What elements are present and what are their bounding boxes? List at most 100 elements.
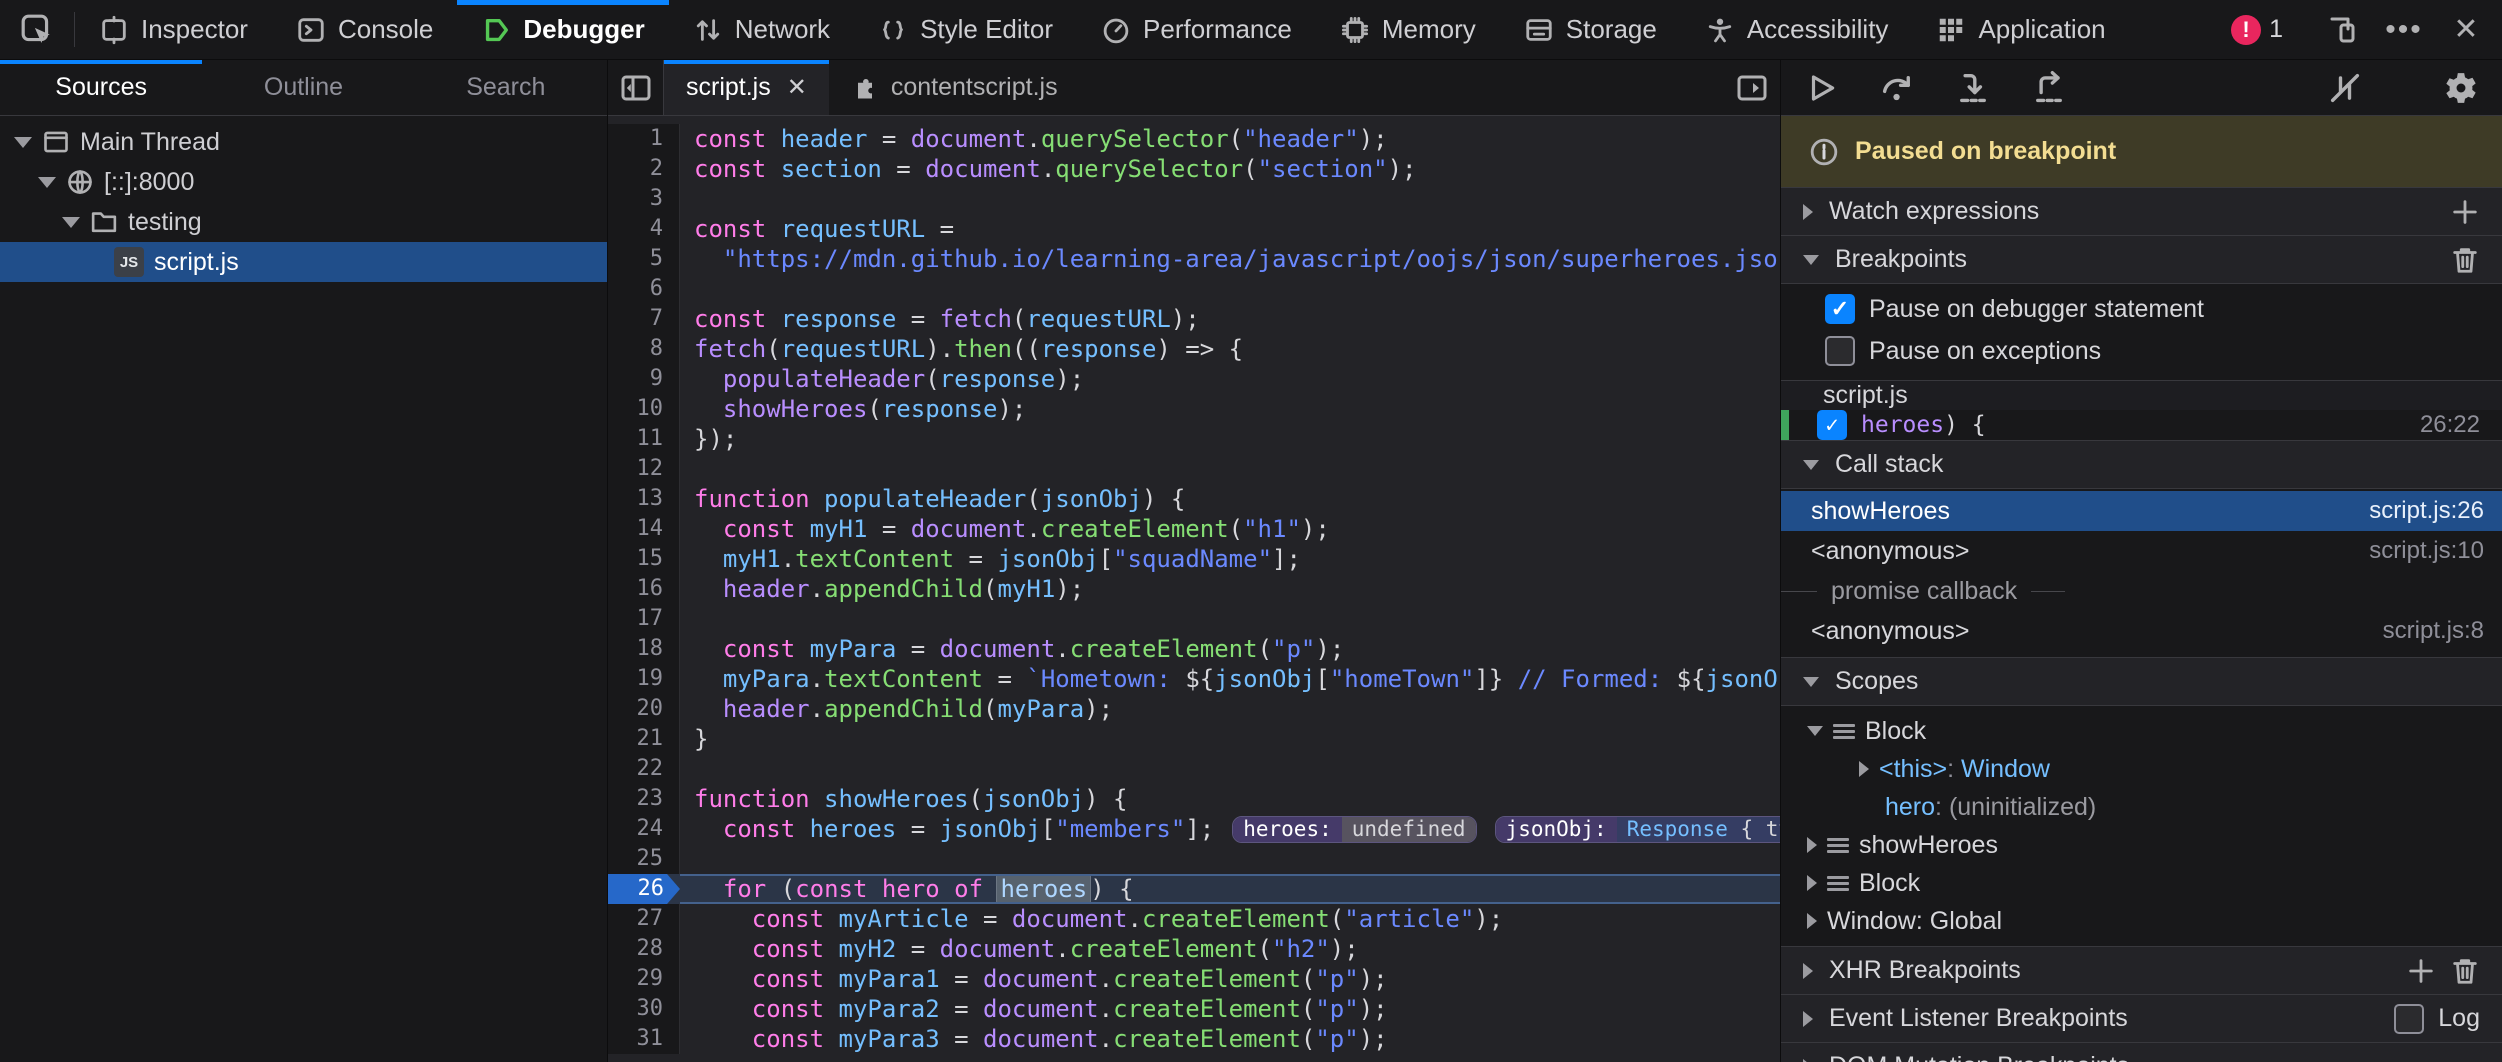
line-number[interactable]: 1 [608,124,680,154]
code-line-2[interactable]: 2const section = document.querySelector(… [608,154,1780,184]
line-number[interactable]: 14 [608,514,680,544]
scope-row--this-[interactable]: <this>: Window [1781,750,2502,788]
twisty-open-icon[interactable] [62,217,80,228]
breakpoints-header[interactable]: Breakpoints [1781,236,2502,284]
pause-on-debugger-checkbox[interactable]: ✓ [1825,294,1855,324]
line-number[interactable]: 23 [608,784,680,814]
tool-tab-debugger[interactable]: Debugger [457,0,668,59]
tool-tab-console[interactable]: Console [272,0,457,59]
code-line-7[interactable]: 7const response = fetch(requestURL); [608,304,1780,334]
resume-button[interactable] [1805,71,1839,105]
add-watch-button[interactable] [2450,197,2480,227]
code-line-27[interactable]: 27 const myArticle = document.createElem… [608,904,1780,934]
twisty-open-icon[interactable] [14,137,32,148]
tree-item-testing[interactable]: testing [0,202,607,242]
paused-line-marker[interactable]: 26 [608,874,680,904]
breakpoint-checkbox[interactable]: ✓ [1817,410,1847,440]
line-number[interactable]: 24 [608,814,680,844]
step-over-button[interactable] [1879,70,1915,106]
add-xhr-breakpoint-button[interactable] [2406,956,2436,986]
line-number[interactable]: 4 [608,214,680,244]
code-line-12[interactable]: 12 [608,454,1780,484]
watch-expressions-header[interactable]: Watch expressions [1781,188,2502,236]
code-line-9[interactable]: 9 populateHeader(response); [608,364,1780,394]
menu-button[interactable]: ••• [2382,8,2426,52]
code-line-25[interactable]: 25 [608,844,1780,874]
line-number[interactable]: 28 [608,934,680,964]
tab-sources[interactable]: Sources [0,60,202,115]
line-number[interactable]: 13 [608,484,680,514]
twisty-closed-icon[interactable] [1859,761,1869,777]
editor-tab-script-js[interactable]: script.js✕ [664,60,829,115]
twisty-closed-icon[interactable] [1807,913,1817,929]
tool-tab-style-editor[interactable]: Style Editor [854,0,1077,59]
code-line-4[interactable]: 4const requestURL = [608,214,1780,244]
stack-frame--anonymous-[interactable]: <anonymous>script.js:10 [1781,531,2502,571]
code-line-30[interactable]: 30 const myPara2 = document.createElemen… [608,994,1780,1024]
scope-row-block[interactable]: Block [1781,712,2502,750]
tool-tab-application[interactable]: Application [1912,0,2129,59]
tool-tab-memory[interactable]: Memory [1316,0,1500,59]
line-number[interactable]: 17 [608,604,680,634]
tree-item-main-thread[interactable]: Main Thread [0,122,607,162]
code-line-14[interactable]: 14 const myH1 = document.createElement("… [608,514,1780,544]
twisty-open-icon[interactable] [38,177,56,188]
event-listener-breakpoints-header[interactable]: Event Listener Breakpoints Log [1781,995,2502,1043]
line-number[interactable]: 11 [608,424,680,454]
tool-tab-storage[interactable]: Storage [1500,0,1681,59]
line-number[interactable]: 15 [608,544,680,574]
code-line-5[interactable]: 5 "https://mdn.github.io/learning-area/j… [608,244,1780,274]
code-line-22[interactable]: 22 [608,754,1780,784]
code-line-6[interactable]: 6 [608,274,1780,304]
code-line-16[interactable]: 16 header.appendChild(myH1); [608,574,1780,604]
toggle-panes-button[interactable] [1724,60,1780,115]
twisty-closed-icon[interactable] [1807,875,1817,891]
line-number[interactable]: 29 [608,964,680,994]
step-in-button[interactable] [1955,70,1991,106]
tool-tab-accessibility[interactable]: Accessibility [1681,0,1913,59]
remove-breakpoints-button[interactable] [2450,245,2480,275]
inline-preview-pill[interactable]: heroes:undefined [1232,816,1476,843]
line-number[interactable]: 22 [608,754,680,784]
tree-item-script-js[interactable]: JSscript.js [0,242,607,282]
code-line-15[interactable]: 15 myH1.textContent = jsonObj["squadName… [608,544,1780,574]
line-number[interactable]: 2 [608,154,680,184]
line-number[interactable]: 7 [608,304,680,334]
scope-row-hero[interactable]: hero: (uninitialized) [1781,788,2502,826]
remove-xhr-breakpoints-button[interactable] [2450,956,2480,986]
pick-element-button[interactable] [0,0,74,59]
xhr-breakpoints-header[interactable]: XHR Breakpoints [1781,947,2502,995]
tool-tab-performance[interactable]: Performance [1077,0,1316,59]
line-number[interactable]: 8 [608,334,680,364]
code-line-31[interactable]: 31 const myPara3 = document.createElemen… [608,1024,1780,1054]
line-number[interactable]: 21 [608,724,680,754]
code-line-18[interactable]: 18 const myPara = document.createElement… [608,634,1780,664]
line-number[interactable]: 20 [608,694,680,724]
code-editor[interactable]: 1const header = document.querySelector("… [608,116,1780,1062]
tool-tab-inspector[interactable]: Inspector [75,0,272,59]
code-line-28[interactable]: 28 const myH2 = document.createElement("… [608,934,1780,964]
tree-item--8000[interactable]: [::]:8000 [0,162,607,202]
code-line-8[interactable]: 8fetch(requestURL).then((response) => { [608,334,1780,364]
code-line-10[interactable]: 10 showHeroes(response); [608,394,1780,424]
line-number[interactable]: 27 [608,904,680,934]
error-badge[interactable]: ! 1 [2231,15,2283,45]
scope-row-showheroes[interactable]: showHeroes [1781,826,2502,864]
log-event-listeners-checkbox[interactable] [2394,1004,2424,1034]
editor-tab-contentscript-js[interactable]: contentscript.js [829,60,1080,115]
settings-button[interactable] [2444,71,2478,105]
code-line-17[interactable]: 17 [608,604,1780,634]
stack-frame--anonymous-[interactable]: <anonymous>script.js:8 [1781,611,2502,651]
line-number[interactable]: 5 [608,244,680,274]
pause-on-exceptions-row[interactable]: Pause on exceptions [1781,330,2502,372]
dom-mutation-breakpoints-header[interactable]: DOM Mutation Breakpoints [1781,1043,2502,1062]
breakpoint-entry[interactable]: ✓ heroes) { 26:22 [1781,410,2502,441]
line-number[interactable]: 3 [608,184,680,214]
tool-tab-network[interactable]: Network [669,0,854,59]
tab-search[interactable]: Search [405,60,607,115]
collapse-sidebar-button[interactable] [608,60,664,115]
pause-on-debugger-row[interactable]: ✓ Pause on debugger statement [1781,288,2502,330]
inline-preview-pill[interactable]: jsonObj:Response { type: "cors" [1495,816,1780,843]
twisty-closed-icon[interactable] [1807,837,1817,853]
scope-row-window-global[interactable]: Window: Global [1781,902,2502,940]
